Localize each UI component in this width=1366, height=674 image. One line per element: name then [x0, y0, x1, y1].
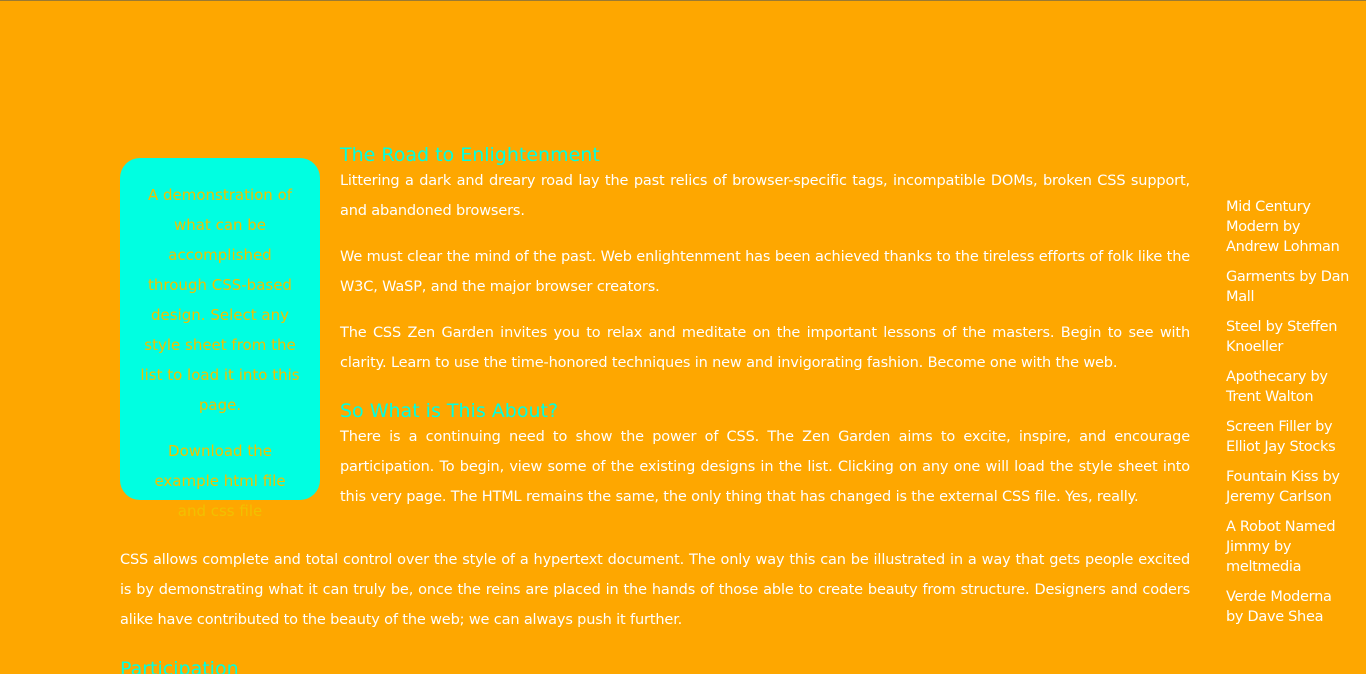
heading-participation: Participation — [120, 658, 239, 674]
design-link-mid-century-modern[interactable]: Mid Century Modern by Andrew Lohman — [1226, 199, 1340, 255]
design-list: Mid Century Modern by Andrew Lohman Garm… — [1226, 197, 1352, 637]
road-paragraph-3: The CSS Zen Garden invites you to relax … — [340, 325, 1190, 371]
about-paragraph-1: There is a continuing need to show the p… — [340, 429, 1190, 505]
design-list-item: Verde Moderna by Dave Shea — [1226, 587, 1352, 627]
intro-download[interactable]: Download the example html file and css f… — [138, 436, 302, 526]
design-list-item: Screen Filler by Elliot Jay Stocks — [1226, 417, 1352, 457]
road-paragraph-2: We must clear the mind of the past. Web … — [340, 249, 1190, 295]
road-paragraph-1: Littering a dark and dreary road lay the… — [340, 173, 1190, 219]
intro-summary: A demonstration of what can be accomplis… — [140, 186, 300, 414]
design-list-item: Apothecary by Trent Walton — [1226, 367, 1352, 407]
design-link-apothecary[interactable]: Apothecary by Trent Walton — [1226, 369, 1328, 405]
design-link-verde-moderna[interactable]: Verde Moderna by Dave Shea — [1226, 589, 1332, 625]
about-paragraph-2: CSS allows complete and total control ov… — [120, 552, 1190, 628]
top-border — [0, 0, 1366, 1]
design-link-robot-named-jimmy[interactable]: A Robot Named Jimmy by meltmedia — [1226, 519, 1336, 575]
intro-box: A demonstration of what can be accomplis… — [120, 158, 320, 520]
main-content: The Road to Enlightenment Littering a da… — [340, 140, 1190, 528]
design-list-item: Steel by Steffen Knoeller — [1226, 317, 1352, 357]
design-link-screen-filler[interactable]: Screen Filler by Elliot Jay Stocks — [1226, 419, 1336, 455]
design-link-garments[interactable]: Garments by Dan Mall — [1226, 269, 1349, 305]
design-list-item: Mid Century Modern by Andrew Lohman — [1226, 197, 1352, 257]
design-list-item: Fountain Kiss by Jeremy Carlson — [1226, 467, 1352, 507]
design-list-item: A Robot Named Jimmy by meltmedia — [1226, 517, 1352, 577]
design-list-item: Garments by Dan Mall — [1226, 267, 1352, 307]
design-link-steel[interactable]: Steel by Steffen Knoeller — [1226, 319, 1337, 355]
design-link-fountain-kiss[interactable]: Fountain Kiss by Jeremy Carlson — [1226, 469, 1340, 505]
